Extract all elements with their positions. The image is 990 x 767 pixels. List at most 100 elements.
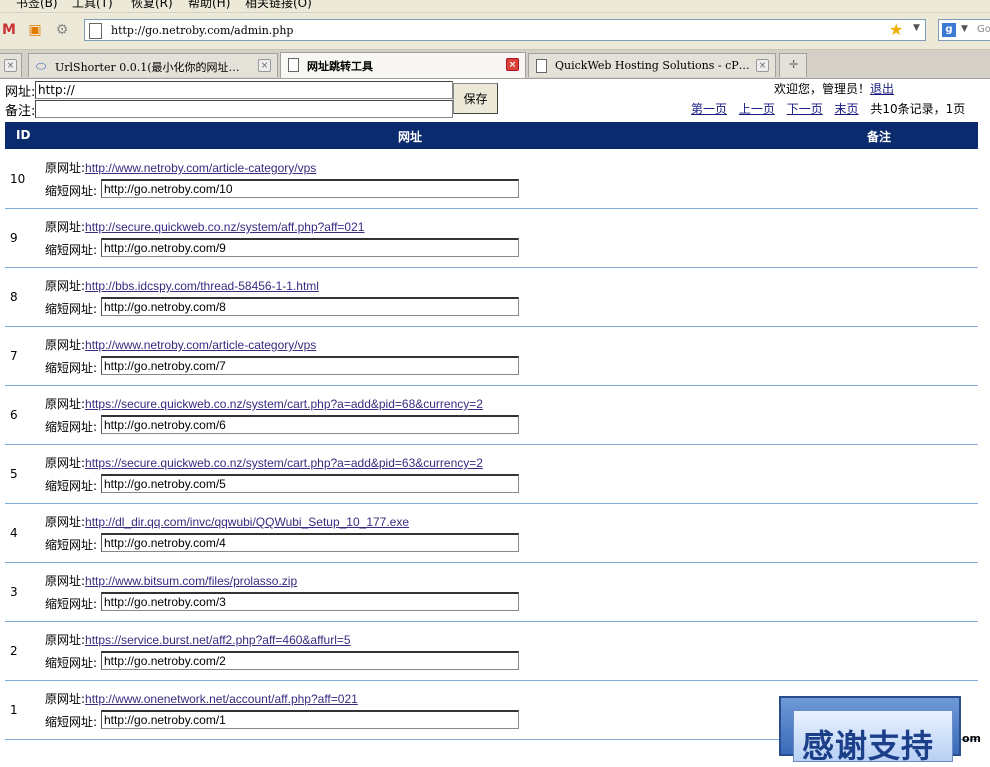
short-label: 缩短网址: bbox=[45, 538, 98, 552]
short-label: 缩短网址: bbox=[45, 656, 98, 670]
column-id: ID bbox=[16, 128, 31, 142]
note-label: 备注: bbox=[5, 104, 36, 119]
row-id: 2 bbox=[10, 644, 18, 658]
url-label: 网址: bbox=[5, 85, 36, 100]
table-row: 10 原网址:http://www.netroby.com/article-ca… bbox=[5, 150, 978, 209]
row-id: 4 bbox=[10, 526, 18, 540]
short-label: 缩短网址: bbox=[45, 420, 98, 434]
row-id: 1 bbox=[10, 703, 18, 717]
new-tab-button[interactable]: ✛ bbox=[779, 53, 807, 77]
short-label: 缩短网址: bbox=[45, 302, 98, 316]
close-icon[interactable]: × bbox=[258, 59, 271, 72]
gmail-icon[interactable]: M bbox=[0, 22, 18, 38]
orig-label: 原网址: bbox=[45, 161, 86, 175]
search-input[interactable]: Go bbox=[977, 24, 990, 35]
orig-url-link[interactable]: https://secure.quickweb.co.nz/system/car… bbox=[85, 397, 483, 411]
orig-label: 原网址: bbox=[45, 397, 86, 411]
orig-label: 原网址: bbox=[45, 633, 86, 647]
menu-restore[interactable]: 恢复(R) bbox=[131, 0, 173, 11]
banner-text: 感谢支持 bbox=[802, 727, 935, 765]
table-row: 4 原网址:http://dl_dir.qq.com/invc/qqwubi/Q… bbox=[5, 504, 978, 563]
tab-urlshorter[interactable]: ⬭ UrlShorter 0.0.1(最小化你的网址… × bbox=[28, 53, 278, 77]
url-input-field[interactable] bbox=[35, 81, 453, 99]
short-url-field[interactable] bbox=[101, 179, 519, 198]
short-url-field[interactable] bbox=[101, 474, 519, 493]
first-page-link[interactable]: 第一页 bbox=[691, 102, 727, 116]
menu-bookmarks[interactable]: 书签(B) bbox=[16, 0, 58, 11]
banner-inner: 感谢支持 bbox=[793, 710, 953, 765]
orig-url-link[interactable]: http://www.netroby.com/article-category/… bbox=[85, 161, 316, 175]
tab-bar: × ⬭ UrlShorter 0.0.1(最小化你的网址… × 网址跳转工具 ×… bbox=[0, 50, 990, 79]
orig-label: 原网址: bbox=[45, 515, 86, 529]
prev-page-link[interactable]: 上一页 bbox=[739, 102, 775, 116]
short-url-field[interactable] bbox=[101, 651, 519, 670]
support-banner[interactable]: 感谢支持 bbox=[779, 696, 961, 765]
orig-url-link[interactable]: http://www.bitsum.com/files/prolasso.zip bbox=[85, 574, 297, 588]
short-label: 缩短网址: bbox=[45, 715, 98, 729]
orig-label: 原网址: bbox=[45, 220, 86, 234]
table-row: 2 原网址:https://service.burst.net/aff2.php… bbox=[5, 622, 978, 681]
page-icon bbox=[288, 58, 299, 72]
rss-icon[interactable]: ▣ bbox=[26, 22, 44, 38]
table-row: 9 原网址:http://secure.quickweb.co.nz/syste… bbox=[5, 209, 978, 268]
short-label: 缩短网址: bbox=[45, 361, 98, 375]
orig-url-link[interactable]: http://www.netroby.com/article-category/… bbox=[85, 338, 316, 352]
short-url-field[interactable] bbox=[101, 356, 519, 375]
close-icon[interactable]: × bbox=[756, 59, 769, 72]
close-icon[interactable]: × bbox=[506, 58, 519, 71]
short-label: 缩短网址: bbox=[45, 243, 98, 257]
table-row: 3 原网址:http://www.bitsum.com/files/prolas… bbox=[5, 563, 978, 622]
next-page-link[interactable]: 下一页 bbox=[787, 102, 823, 116]
menu-bar: 书签(B) 工具(T) 恢复(R) 帮助(H) 相关链接(O) bbox=[0, 0, 990, 13]
row-id: 6 bbox=[10, 408, 18, 422]
search-box[interactable]: g ▼ Go bbox=[938, 19, 990, 41]
short-label: 缩短网址: bbox=[45, 184, 98, 198]
orig-label: 原网址: bbox=[45, 279, 86, 293]
short-url-field[interactable] bbox=[101, 592, 519, 611]
short-label: 缩短网址: bbox=[45, 479, 98, 493]
table-row: 5 原网址:https://secure.quickweb.co.nz/syst… bbox=[5, 445, 978, 504]
url-input[interactable] bbox=[111, 22, 871, 38]
gear-icon[interactable]: ⚙ bbox=[53, 22, 71, 38]
row-id: 9 bbox=[10, 231, 18, 245]
orig-url-link[interactable]: http://bbs.idcspy.com/thread-58456-1-1.h… bbox=[85, 279, 319, 293]
chevron-down-icon[interactable]: ▼ bbox=[913, 23, 920, 33]
logout-link[interactable]: 退出 bbox=[870, 82, 894, 96]
table-row: 6 原网址:https://secure.quickweb.co.nz/syst… bbox=[5, 386, 978, 445]
menu-tools[interactable]: 工具(T) bbox=[72, 0, 113, 11]
row-id: 5 bbox=[10, 467, 18, 481]
tab-redirect-tool[interactable]: 网址跳转工具 × bbox=[280, 52, 526, 78]
banner-suffix: om bbox=[962, 732, 982, 745]
short-url-field[interactable] bbox=[101, 533, 519, 552]
table-header: ID 网址 备注 bbox=[5, 122, 978, 149]
bookmark-star-icon[interactable]: ★ bbox=[889, 21, 903, 39]
orig-url-link[interactable]: http://www.onenetwork.net/account/aff.ph… bbox=[85, 692, 358, 706]
row-id: 7 bbox=[10, 349, 18, 363]
short-url-field[interactable] bbox=[101, 710, 519, 729]
address-bar[interactable]: ★ ▼ bbox=[84, 19, 926, 41]
short-url-field[interactable] bbox=[101, 415, 519, 434]
note-form-row: 备注: bbox=[5, 100, 453, 119]
orig-url-link[interactable]: http://dl_dir.qq.com/invc/qqwubi/QQWubi_… bbox=[85, 515, 409, 529]
short-url-field[interactable] bbox=[101, 297, 519, 316]
tab-hidden-left[interactable]: × bbox=[0, 53, 22, 77]
google-icon[interactable]: g bbox=[942, 23, 956, 37]
orig-url-link[interactable]: https://secure.quickweb.co.nz/system/car… bbox=[85, 456, 483, 470]
navigation-toolbar: M ▣ ⚙ ★ ▼ g ▼ Go bbox=[0, 13, 990, 50]
row-id: 3 bbox=[10, 585, 18, 599]
last-page-link[interactable]: 末页 bbox=[835, 102, 859, 116]
record-summary: 共10条记录，1页 bbox=[870, 102, 966, 116]
row-id: 8 bbox=[10, 290, 18, 304]
note-input-field[interactable] bbox=[35, 100, 453, 118]
menu-help[interactable]: 帮助(H) bbox=[188, 0, 230, 11]
orig-label: 原网址: bbox=[45, 456, 86, 470]
search-engine-dropdown-icon[interactable]: ▼ bbox=[961, 24, 968, 34]
tab-quickweb[interactable]: QuickWeb Hosting Solutions - cP… × bbox=[528, 53, 776, 77]
close-icon[interactable]: × bbox=[4, 59, 17, 72]
short-url-field[interactable] bbox=[101, 238, 519, 257]
page-icon bbox=[89, 23, 102, 39]
orig-url-link[interactable]: http://secure.quickweb.co.nz/system/aff.… bbox=[85, 220, 364, 234]
orig-url-link[interactable]: https://service.burst.net/aff2.php?aff=4… bbox=[85, 633, 351, 647]
save-button[interactable]: 保存 bbox=[453, 83, 498, 114]
menu-related-links[interactable]: 相关链接(O) bbox=[245, 0, 312, 11]
